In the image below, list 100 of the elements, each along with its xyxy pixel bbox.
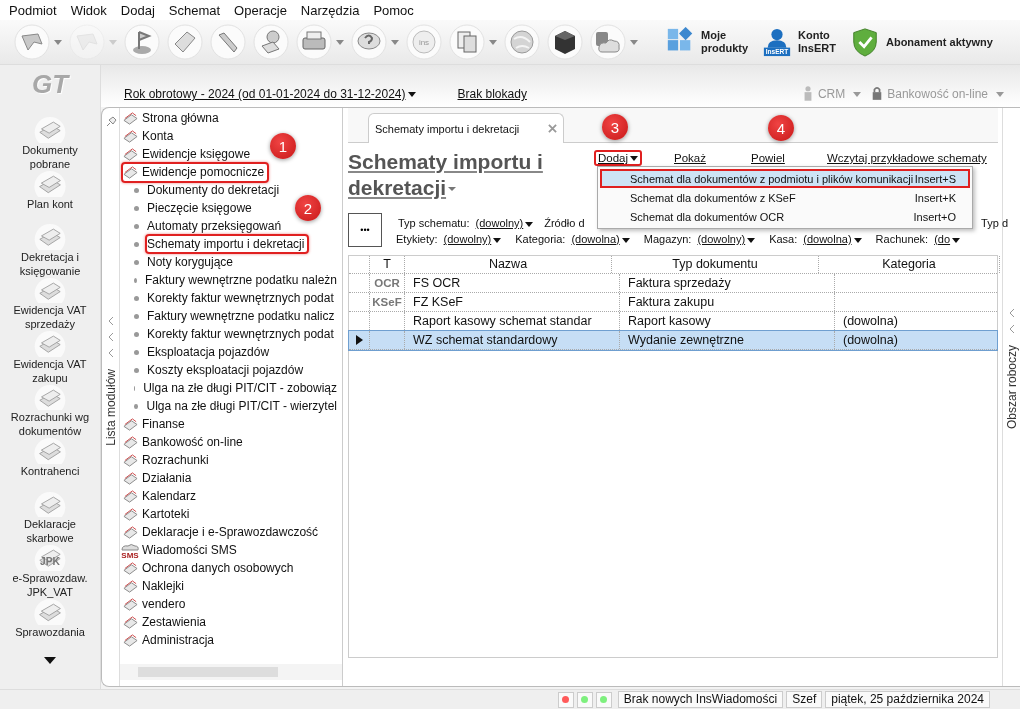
filter-dropdown[interactable]: (dowolna) <box>803 233 862 245</box>
globe-icon[interactable] <box>504 24 540 60</box>
papers-icon[interactable] <box>32 598 68 625</box>
filter-dropdown[interactable]: (dowolna) <box>571 233 630 245</box>
module-list-label[interactable]: Lista modułów <box>103 368 118 446</box>
filter-label: Etykiety: <box>396 233 438 245</box>
tree-item[interactable]: Automaty przeksięgowań <box>145 216 287 236</box>
module-button[interactable]: Ewidencja VAT zakupu <box>2 356 98 385</box>
column-header[interactable]: Nazwa <box>405 256 612 273</box>
action-link[interactable]: Powiel <box>747 150 789 166</box>
menu-item[interactable]: Schemat dla dokumentów OCR Insert+O <box>600 207 970 226</box>
tree-item[interactable]: Faktury wewnętrzne podatku należn <box>142 270 342 290</box>
module-button[interactable]: Ewidencja VAT sprzedaży <box>2 303 98 331</box>
chevron-icon[interactable] <box>1007 324 1016 335</box>
docs-icon[interactable] <box>449 24 485 60</box>
tree-item[interactable]: Ewidencje pomocnicze <box>121 161 270 183</box>
papers-icon[interactable] <box>32 117 68 143</box>
tree-item[interactable]: Ulga na złe długi PIT/CIT - zobowiąz <box>141 378 342 398</box>
caret-icon[interactable] <box>489 39 497 45</box>
more-button[interactable]: ••• <box>348 213 382 247</box>
lock-link[interactable]: Brak blokady <box>457 87 527 101</box>
module-button[interactable]: Sprawozdania <box>2 624 98 639</box>
papers-icon[interactable] <box>32 331 68 357</box>
module-button[interactable]: Dokumenty pobrane <box>2 142 98 171</box>
printer-icon[interactable] <box>296 24 332 60</box>
tag-icon[interactable] <box>167 24 203 60</box>
menu-item[interactable]: Narzędzia <box>293 2 367 18</box>
horizontal-scrollbar[interactable] <box>120 664 342 680</box>
table-row[interactable]: WZ schemat standardowy Wydanie zewnętrzne (dowolna) <box>349 331 997 350</box>
status-text: Szef <box>786 691 823 708</box>
module-button[interactable]: Rozrachunki wg dokumentów <box>2 410 98 438</box>
tree-item[interactable]: Faktury wewnętrzne podatku nalicz <box>145 306 340 326</box>
cloud-icon[interactable] <box>590 24 626 60</box>
flag-icon[interactable] <box>124 24 160 60</box>
menu-item[interactable]: Operacje <box>227 2 294 18</box>
table-row[interactable]: OCR FS OCR Faktura sprzedaży <box>349 274 997 293</box>
action-link[interactable]: Wczytaj przykładowe schematy <box>823 150 991 166</box>
filter-dropdown[interactable]: (do <box>934 233 961 245</box>
chevron-icon[interactable] <box>106 315 115 326</box>
menu-item[interactable]: Dodaj <box>113 2 162 18</box>
caret-icon[interactable] <box>630 39 638 45</box>
column-header[interactable]: Kategoria <box>819 256 1000 273</box>
module-button[interactable]: Dekretacja i księgowanie <box>2 249 98 278</box>
pin-icon[interactable] <box>104 116 117 128</box>
menu-item[interactable]: Schemat dla dokumentów z podmiotu i plików komunikacjiInsert+S <box>600 169 970 188</box>
tree-item[interactable]: Korekty faktur wewnętrznych podat <box>145 324 339 344</box>
tree-item[interactable]: Koszty eksploatacji pojazdów <box>145 360 309 380</box>
page-title[interactable]: Schematy importu i dekretacji <box>348 149 543 213</box>
close-icon[interactable] <box>548 124 557 133</box>
menu-item[interactable]: Schemat dla dokumentów z KSeF Insert+K <box>600 188 970 207</box>
papers-icon[interactable] <box>32 438 68 464</box>
tree-item[interactable]: Pieczęcie księgowe <box>145 198 257 218</box>
column-header[interactable]: T <box>370 256 405 273</box>
caret-icon[interactable] <box>54 39 62 45</box>
column-header[interactable]: Typ dokumentu <box>612 256 819 273</box>
filter-dropdown[interactable]: (dowolny) <box>443 233 502 245</box>
table-row[interactable]: KSeF FZ KSeF Faktura zakupu <box>349 293 997 312</box>
menu-item[interactable]: Widok <box>63 2 114 18</box>
papers-icon[interactable] <box>32 170 68 197</box>
action-link[interactable]: Pokaż <box>670 150 710 166</box>
papers-icon[interactable] <box>32 224 68 250</box>
scroll-down-icon[interactable] <box>44 657 56 664</box>
caret-icon[interactable] <box>853 92 862 97</box>
workspace-label[interactable]: Obszar roboczy <box>1004 345 1019 430</box>
cube-icon[interactable] <box>547 24 583 60</box>
tree-item[interactable]: Dokumenty do dekretacji <box>145 180 285 200</box>
lock-icon[interactable] <box>871 85 884 101</box>
chevron-icon[interactable] <box>106 347 115 358</box>
stamp-icon[interactable] <box>253 24 289 60</box>
tree-item[interactable]: Schematy importu i dekretacji <box>145 234 310 254</box>
papers-icon[interactable] <box>32 384 68 410</box>
chevron-icon[interactable] <box>1007 308 1016 319</box>
module-button[interactable]: e-Sprawozdaw. JPK_VAT <box>2 570 98 599</box>
shortcut-label[interactable]: Moje produkty <box>701 29 749 55</box>
menu-item[interactable]: Podmiot <box>2 2 64 18</box>
filter-dropdown[interactable]: (dowolny) <box>697 233 756 245</box>
filter-dropdown[interactable]: (dowolny) <box>475 217 534 229</box>
tree-item[interactable]: Ulga na złe długi PIT/CIT - wierzytel <box>144 396 342 416</box>
papers-icon[interactable] <box>32 491 68 517</box>
caret-icon[interactable] <box>336 39 344 45</box>
pen-icon[interactable] <box>210 24 246 60</box>
module-button[interactable]: Deklaracje skarbowe <box>2 517 98 545</box>
tree-item[interactable]: Eksploatacja pojazdów <box>145 342 275 362</box>
help-icon[interactable] <box>351 24 387 60</box>
document-tab[interactable]: Schematy importu i dekretacji <box>368 113 564 143</box>
caret-icon[interactable] <box>391 39 399 45</box>
module-button[interactable]: Kontrahenci <box>2 464 98 478</box>
shortcut-label[interactable]: Abonament aktywny <box>885 35 993 49</box>
cursor-icon[interactable] <box>14 24 50 60</box>
papers-icon[interactable] <box>32 277 68 303</box>
shortcut-label[interactable]: Konto InsERT <box>798 29 836 55</box>
filter-label: Typ d <box>981 217 1008 229</box>
menu-item[interactable]: Schemat <box>161 2 228 18</box>
module-button[interactable]: Plan kont <box>2 196 98 211</box>
tree-item[interactable]: Noty korygujące <box>145 252 239 272</box>
menu-item[interactable]: Pomoc <box>366 2 421 18</box>
caret-icon[interactable] <box>996 92 1004 97</box>
chevron-icon[interactable] <box>106 331 115 342</box>
fiscal-year-link[interactable]: Rok obrotowy - 2024 (od 01-01-2024 do 31-12-2024) <box>124 87 416 101</box>
tree-item[interactable]: Korekty faktur wewnętrznych podat <box>145 288 339 308</box>
